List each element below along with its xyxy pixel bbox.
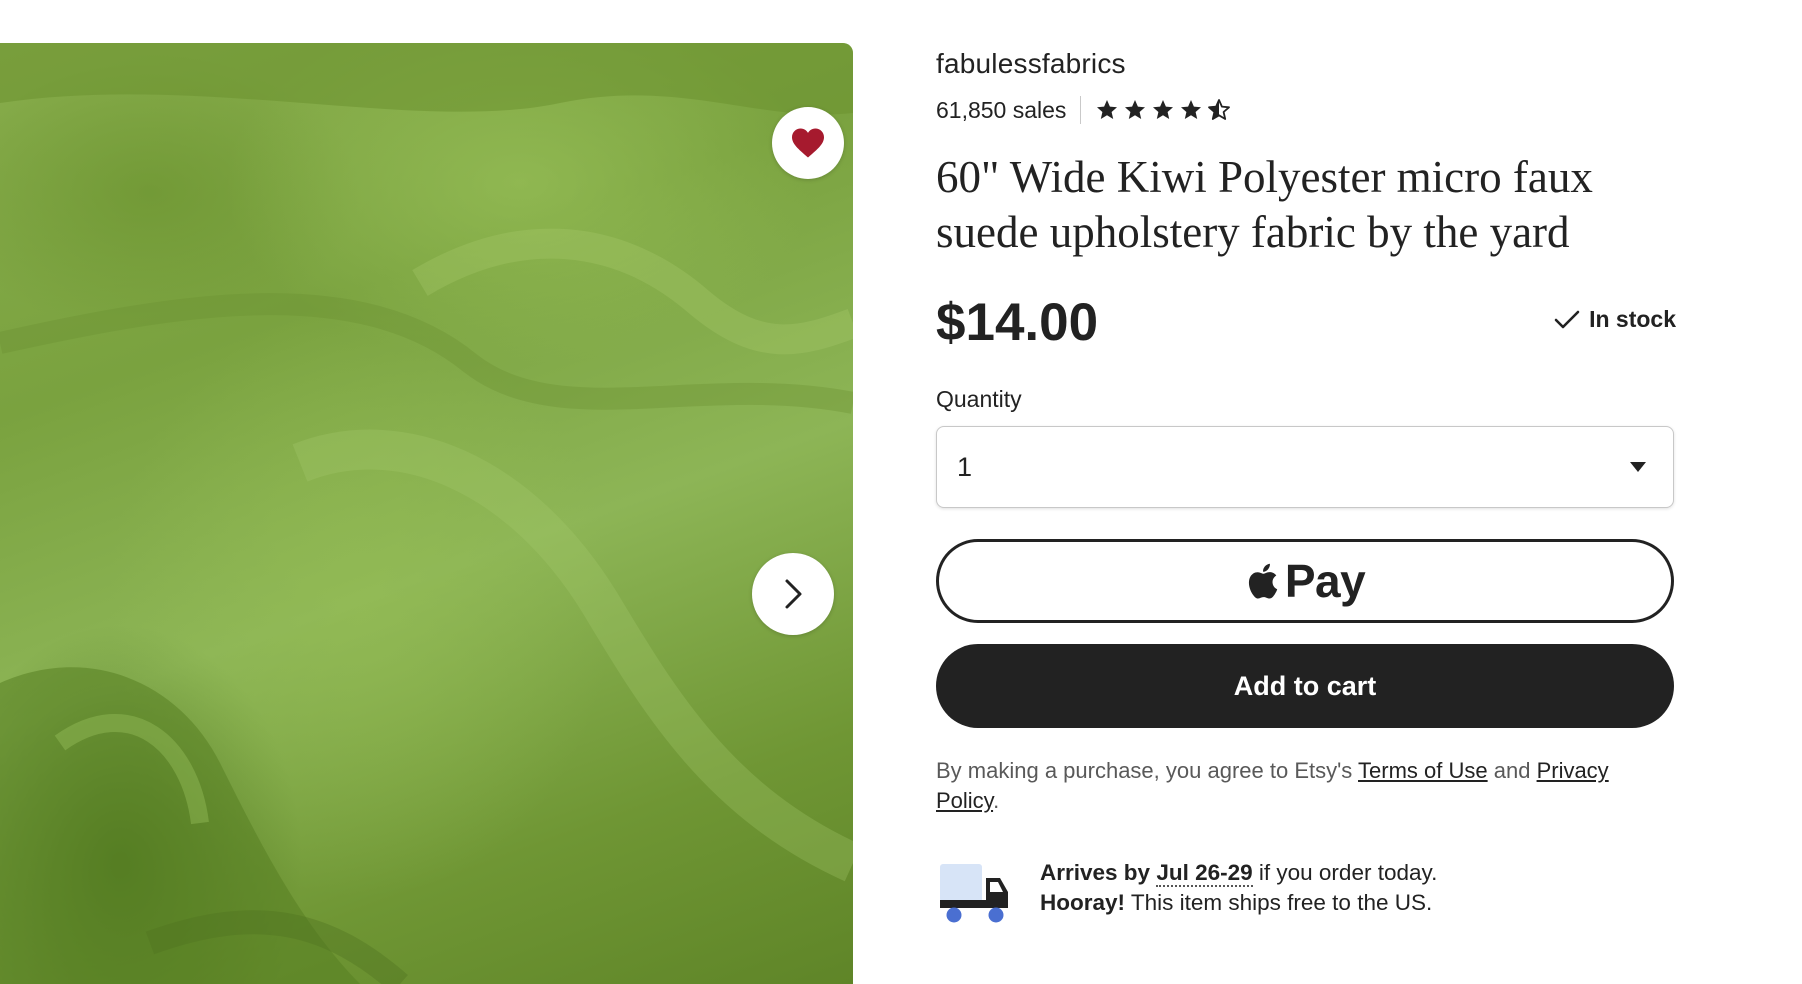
favorite-button[interactable] (772, 107, 844, 179)
terms-of-use-link[interactable]: Terms of Use (1358, 758, 1488, 783)
shop-stats: 61,850 sales (936, 94, 1231, 126)
star-icon (1181, 100, 1202, 119)
quantity-label: Quantity (936, 386, 1022, 412)
quantity-value: 1 (957, 451, 973, 482)
caret-down-icon (1630, 462, 1646, 472)
checkmark-icon (1554, 310, 1580, 328)
shop-name-link[interactable]: fabulessfabrics (936, 48, 1126, 80)
heart-icon (792, 128, 824, 158)
legal-prefix: By making a purchase, you agree to Etsy'… (936, 758, 1359, 783)
legal-notice: By making a purchase, you agree to Etsy'… (936, 756, 1676, 816)
divider (1080, 96, 1082, 124)
star-icon (1153, 100, 1174, 119)
free-shipping-text: This item ships free to the US. (1125, 890, 1433, 915)
apple-pay-button[interactable]: Pay (936, 539, 1674, 623)
product-price: $14.00 (936, 293, 1099, 352)
star-icon (1125, 100, 1146, 119)
apple-logo-icon (1248, 563, 1278, 599)
hooray-label: Hooray! (1040, 890, 1126, 915)
quantity-select[interactable]: 1 (936, 426, 1674, 508)
star-rating[interactable] (1095, 98, 1231, 122)
stock-status: In stock (1553, 306, 1676, 333)
arrives-label: Arrives by (1040, 860, 1151, 885)
delivery-date-link[interactable]: Jul 26-29 (1156, 860, 1253, 887)
stock-label: In stock (1589, 306, 1676, 332)
arrives-suffix: if you order today. (1252, 860, 1438, 885)
chevron-right-icon (785, 579, 802, 609)
sales-count: 61,850 sales (936, 96, 1067, 123)
star-icon (1097, 100, 1118, 119)
add-to-cart-button[interactable]: Add to cart (936, 644, 1674, 728)
apple-pay-label: Pay (1284, 555, 1366, 607)
legal-suffix: . (993, 788, 1000, 813)
next-image-button[interactable] (752, 553, 834, 635)
legal-and: and (1487, 758, 1537, 783)
shipping-line: Hooray! This item ships free to the US. (1040, 888, 1437, 918)
truck-icon (940, 864, 1008, 923)
delivery-text: Arrives by Jul 26-29 if you order today.… (1040, 858, 1437, 918)
product-image[interactable] (0, 43, 853, 984)
delivery-info: Arrives by Jul 26-29 if you order today.… (936, 858, 1676, 926)
fabric-photo (0, 43, 853, 984)
product-title: 60" Wide Kiwi Polyester micro faux suede… (936, 152, 1593, 257)
arrival-line: Arrives by Jul 26-29 if you order today. (1040, 858, 1437, 888)
half-star-icon (1208, 99, 1231, 120)
